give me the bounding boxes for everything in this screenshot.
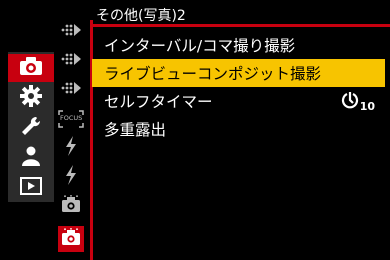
tab-my-menu[interactable] [8, 144, 54, 172]
menu-item-interval[interactable]: インターバル/コマ撮り撮影 [92, 31, 385, 59]
menu-item-multiple-exposure[interactable]: 多重露出 [92, 115, 385, 143]
menu-item-label: ライブビューコンポジット撮影 [104, 65, 322, 83]
subtab-flash-2[interactable] [56, 165, 86, 189]
focus-icon-label: FOCUS [60, 114, 83, 122]
menu-item-label: 多重露出 [104, 121, 167, 139]
subtab-other-2[interactable] [58, 226, 84, 252]
subtab-flash-1[interactable] [56, 136, 86, 160]
main-tab-column [8, 52, 54, 202]
person-icon [21, 146, 41, 170]
camera-small-icon [61, 195, 81, 217]
menu-item-live-composite[interactable]: ライブビューコンポジット撮影 [92, 59, 385, 87]
page-header: その他(写真)2 [92, 0, 390, 27]
flash-icon [64, 136, 78, 160]
self-timer-value: 10 [341, 91, 375, 113]
self-timer-seconds: 10 [359, 100, 375, 113]
subtab-3[interactable] [56, 78, 86, 102]
playback-icon [20, 177, 42, 199]
menu-item-self-timer[interactable]: セルフタイマー 10 [92, 87, 385, 115]
gear-icon [20, 85, 42, 111]
focus-icon: FOCUS [58, 110, 84, 128]
camera-menu-screen: FOCUS その他(写真)2 インターバル/コマ撮り撮影 ライブビューコンポジッ… [0, 0, 390, 260]
dots-arrow-icon [60, 50, 82, 72]
camera-small-icon [61, 228, 81, 250]
self-timer-icon [341, 91, 359, 113]
subtab-1[interactable] [56, 20, 86, 44]
subtab-other-1[interactable] [56, 194, 86, 218]
tab-custom[interactable] [8, 84, 54, 112]
tab-playback[interactable] [8, 174, 54, 202]
menu-item-label: セルフタイマー [104, 93, 213, 111]
dots-arrow-icon [60, 79, 82, 101]
subtab-2[interactable] [56, 49, 86, 73]
tab-photo[interactable] [8, 54, 54, 82]
flash-icon [64, 165, 78, 189]
camera-icon [19, 56, 43, 80]
menu-item-label: インターバル/コマ撮り撮影 [104, 37, 296, 55]
wrench-icon [20, 115, 42, 141]
dots-arrow-icon [60, 21, 82, 43]
tab-setup[interactable] [8, 114, 54, 142]
page-title: その他(写真)2 [96, 8, 186, 24]
subtab-focus[interactable]: FOCUS [56, 107, 86, 131]
